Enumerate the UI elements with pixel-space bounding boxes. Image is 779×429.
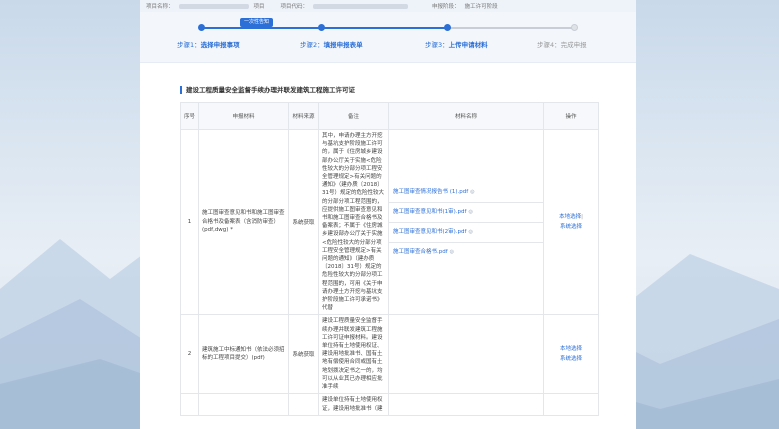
row-source <box>288 393 319 416</box>
project-suffix: 项目 <box>253 4 265 10</box>
table-row: 1 施工图审查意见和书和施工图审查合格书及备案表（含消防审查）(pdf,dwg)… <box>180 128 599 316</box>
system-select-button[interactable]: 系统选择 <box>560 224 582 230</box>
row-no <box>180 393 199 416</box>
col-header-source: 材料来源 <box>288 102 319 130</box>
step-2-label: 填报申报表单 <box>323 41 363 49</box>
step-2-prefix: 步骤2： <box>300 41 324 49</box>
preview-icon[interactable]: ◎ <box>468 209 472 215</box>
col-header-no: 序号 <box>180 102 199 130</box>
row-note: 建设工程质量安全监督手续办理并联发建筑工程施工许可证申报材料。建设单位持有土地使… <box>318 314 389 395</box>
step-3[interactable]: 步骤3：上传申请材料 <box>425 39 488 49</box>
row-material: 建筑施工中标通知书（依法必须招标的工程项目提交）(pdf) <box>198 314 289 395</box>
file-item[interactable]: 施工图审查意见和书(2审).pdf ◎ <box>389 223 543 243</box>
row-material <box>198 393 289 416</box>
materials-table: 序号 申报材料 材料来源 备注 材料名称 操作 1 施工图审查意见和书和施工图审… <box>180 102 599 416</box>
row-files <box>388 393 544 416</box>
project-name-label: 项目名称： <box>146 4 174 10</box>
row-files: 施工图审查情况报告书 (1).pdf ◎ 施工图审查意见和书(1审).pdf ◎ 施… <box>388 128 544 316</box>
step-3-label: 上传申请材料 <box>448 41 488 49</box>
main-panel: 项目名称： 项目 项目代码： 申报阶段： 施工许可阶段 一次性告知 步骤1：选择… <box>140 0 636 429</box>
local-select-button[interactable]: 本地选择 <box>560 346 582 352</box>
row-source: 系统获取 <box>288 314 319 395</box>
step-1-dot <box>198 24 205 31</box>
row-note: 建设单位持有土地使用权证，建设用地批准书（建 <box>318 393 389 416</box>
row-ops: 本地选择| 系统选择 <box>543 128 599 316</box>
row-source: 系统获取 <box>288 128 319 316</box>
step-1[interactable]: 步骤1：选择申报事项 <box>177 39 240 49</box>
col-header-material: 申报材料 <box>198 102 289 130</box>
col-header-filename: 材料名称 <box>388 102 544 130</box>
apply-stage-value: 施工许可阶段 <box>464 4 498 10</box>
file-item[interactable]: 施工图审查意见和书(1审).pdf ◎ <box>389 203 543 223</box>
redacted-project-name <box>178 3 249 9</box>
table-row: 2 建筑施工中标通知书（依法必须招标的工程项目提交）(pdf) 系统获取 建设工… <box>180 314 599 395</box>
file-item[interactable]: 施工图审查合格书.pdf ◎ <box>389 243 543 262</box>
step-4-prefix: 步骤4： <box>537 41 561 49</box>
preview-icon[interactable]: ◎ <box>468 229 472 235</box>
file-name: 施工图审查情况报告书 (1).pdf <box>393 188 469 195</box>
file-name: 施工图审查合格书.pdf <box>393 248 448 255</box>
local-select-button[interactable]: 本地选择 <box>559 214 581 220</box>
table-row: 建设单位持有土地使用权证，建设用地批准书（建 <box>180 393 599 416</box>
row-ops <box>543 393 599 416</box>
stepper-line-pending <box>447 27 575 29</box>
col-header-ops: 操作 <box>543 102 599 130</box>
row-no: 2 <box>180 314 199 395</box>
progress-stepper: 一次性告知 步骤1：选择申报事项 步骤2：填报申报表单 步骤3：上传申请材料 步… <box>140 12 636 63</box>
step-1-prefix: 步骤1： <box>177 41 201 49</box>
project-code-label: 项目代码： <box>280 4 309 10</box>
row-no: 1 <box>180 128 199 316</box>
table-header-row: 序号 申报材料 材料来源 备注 材料名称 操作 <box>180 102 599 130</box>
row-note: 其中，申请办理主方开挖与基坑支护阶段施工许可的，属于《住房城乡建设部办公厅关于实… <box>318 128 389 316</box>
preview-icon[interactable]: ◎ <box>450 249 454 255</box>
materials-section: 建设工程质量安全监督手续办理并联发建筑工程施工许可证 序号 申报材料 材料来源 … <box>180 86 599 416</box>
step-4: 步骤4：完成申报 <box>537 39 587 49</box>
current-step-tag: 一次性告知 <box>240 18 274 27</box>
section-title: 建设工程质量安全监督手续办理并联发建筑工程施工许可证 <box>180 86 598 94</box>
step-3-dot <box>444 24 451 31</box>
step-2-dot <box>318 24 325 31</box>
step-3-prefix: 步骤3： <box>425 41 449 49</box>
preview-icon[interactable]: ◎ <box>470 189 474 195</box>
row-material: 施工图审查意见和书和施工图审查合格书及备案表（含消防审查）(pdf,dwg) * <box>198 128 289 316</box>
step-2[interactable]: 步骤2：填报申报表单 <box>300 39 363 49</box>
col-header-note: 备注 <box>318 102 389 130</box>
redacted-project-code <box>313 3 409 9</box>
file-item[interactable]: 施工图审查情况报告书 (1).pdf ◎ <box>389 183 543 203</box>
apply-stage-label: 申报阶段： <box>432 4 460 10</box>
file-name: 施工图审查意见和书(1审).pdf <box>393 208 467 215</box>
project-info-bar: 项目名称： 项目 项目代码： 申报阶段： 施工许可阶段 <box>140 0 636 12</box>
system-select-button[interactable]: 系统选择 <box>560 356 582 362</box>
file-name: 施工图审查意见和书(2审).pdf <box>393 228 467 235</box>
row-files <box>388 314 544 395</box>
row-ops: 本地选择 系统选择 <box>543 314 599 395</box>
step-4-label: 完成申报 <box>560 41 587 49</box>
step-1-label: 选择申报事项 <box>200 41 240 49</box>
step-4-dot <box>571 24 578 31</box>
